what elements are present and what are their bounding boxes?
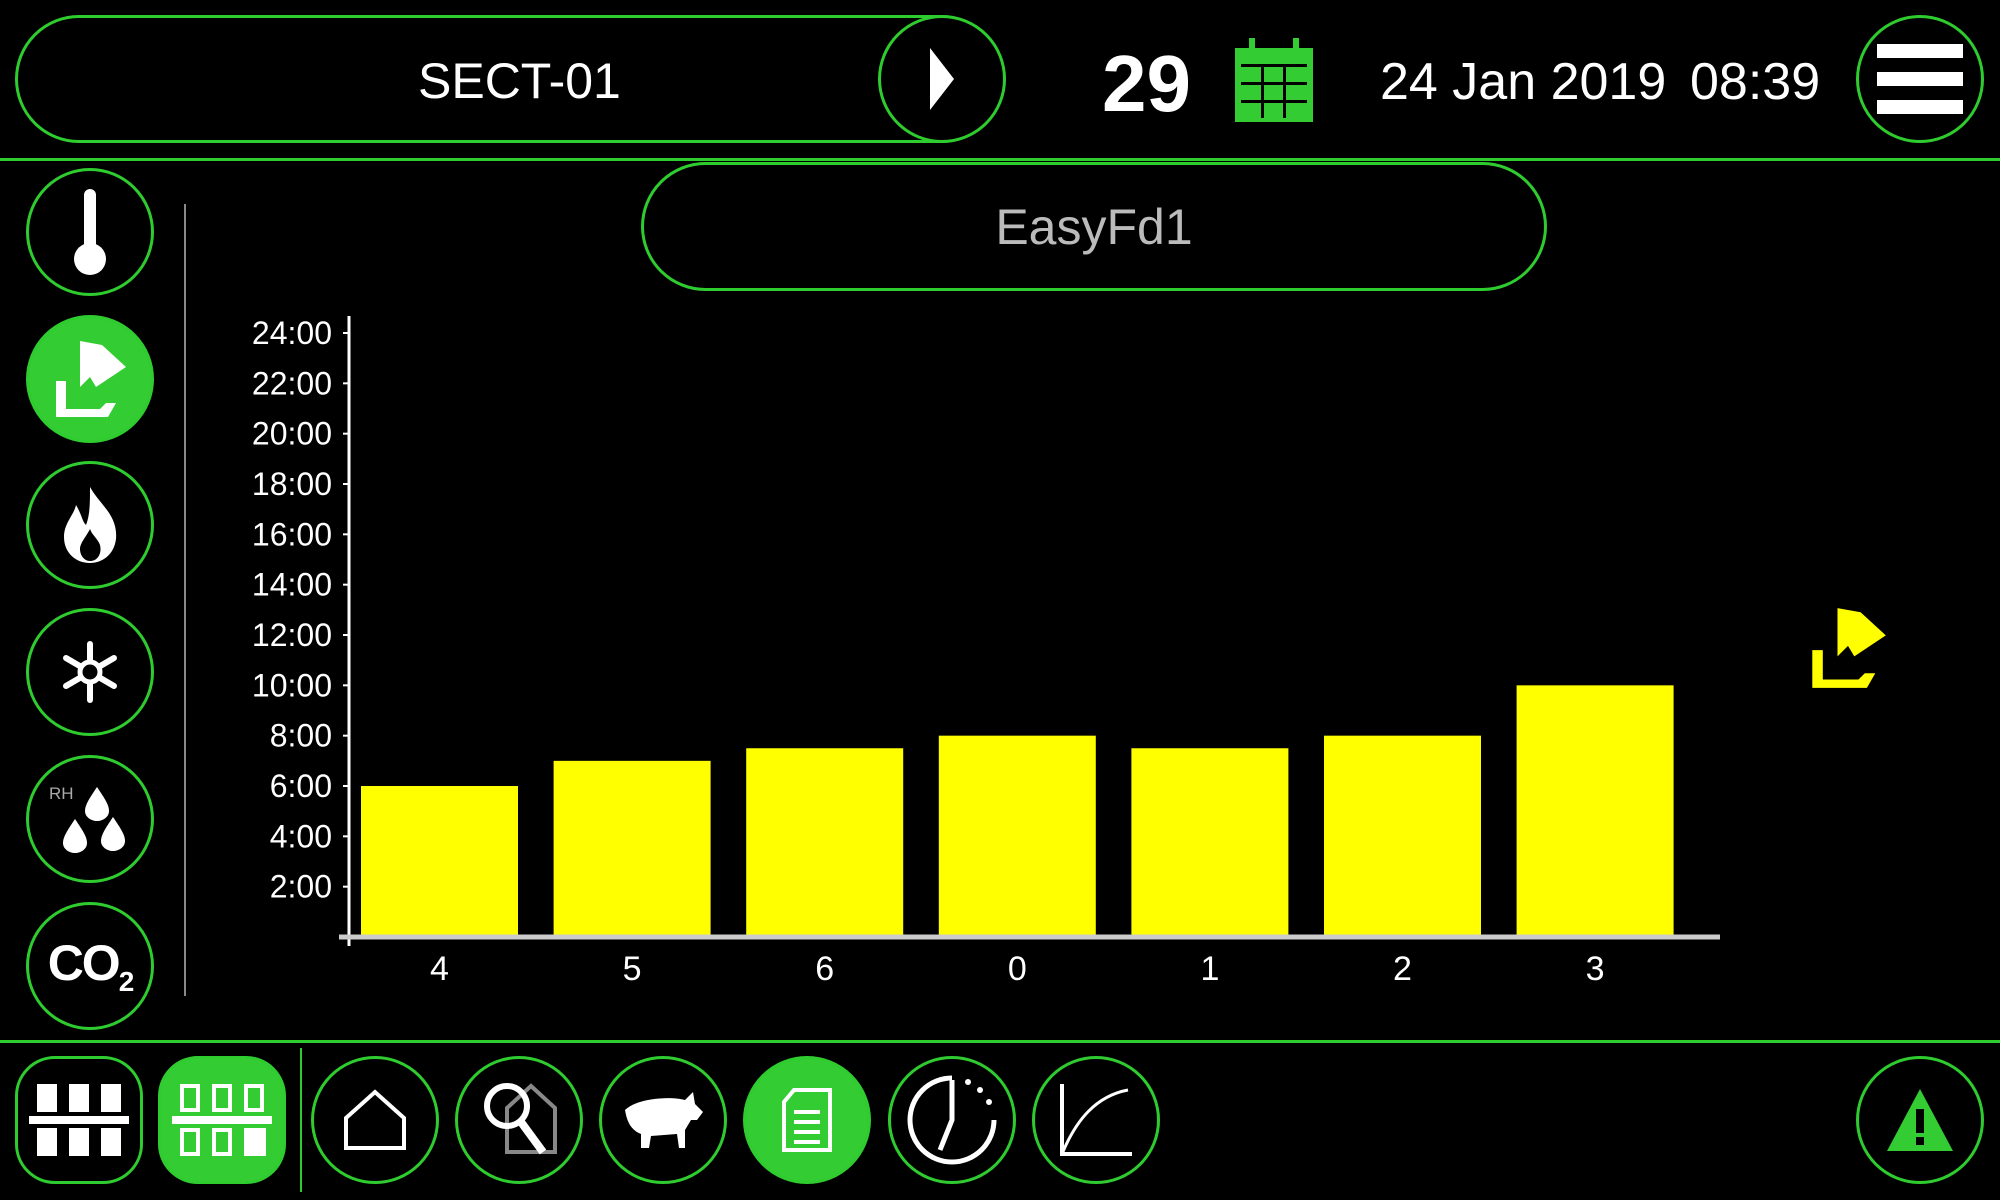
x-tick-label: 4 <box>430 950 449 988</box>
bar-day-6 <box>746 748 904 937</box>
x-tick-label: 1 <box>1200 950 1219 988</box>
house-search-button[interactable] <box>455 1056 583 1184</box>
bar-day-4 <box>361 786 518 937</box>
clock-button[interactable] <box>888 1056 1016 1184</box>
y-tick-label: 24:00 <box>252 315 332 351</box>
y-tick-label: 14:00 <box>252 567 332 603</box>
bar-day-1 <box>1131 748 1289 937</box>
x-tick-label: 3 <box>1586 950 1605 988</box>
document-icon <box>782 1088 832 1152</box>
home-icon <box>344 1089 406 1150</box>
y-tick-label: 8:00 <box>270 718 332 754</box>
footer-vertical-divider <box>300 1048 302 1192</box>
y-tick-label: 22:00 <box>252 365 332 401</box>
sections-grid-outline-icon <box>172 1084 272 1156</box>
bar-day-3 <box>1516 685 1674 937</box>
bar-day-2 <box>1324 735 1481 937</box>
feeding-time-bar-chart: 2:00 4:00 6:00 8:00 10:00 12:00 14:00 16:00 18:0… <box>252 315 1720 988</box>
y-tick-label: 6:00 <box>270 768 332 804</box>
house-search-icon <box>484 1083 557 1155</box>
bar-day-0 <box>938 735 1096 937</box>
footer-divider <box>0 1040 2000 1043</box>
y-tick-label: 2:00 <box>270 869 332 905</box>
pig-icon <box>625 1092 703 1148</box>
graph-button[interactable] <box>1032 1056 1160 1184</box>
sections-outline-button[interactable] <box>158 1056 286 1184</box>
home-button[interactable] <box>311 1056 439 1184</box>
y-tick-label: 12:00 <box>252 617 332 653</box>
x-tick-label: 6 <box>815 950 834 988</box>
y-tick-label: 10:00 <box>252 667 332 703</box>
bar-day-5 <box>553 760 711 937</box>
sections-grid-icon <box>29 1084 129 1156</box>
x-tick-label: 5 <box>623 950 642 988</box>
clock-icon <box>907 1075 997 1165</box>
animals-button[interactable] <box>599 1056 727 1184</box>
graph-icon <box>1060 1084 1132 1156</box>
feeder-legend-icon <box>1812 608 1886 688</box>
y-tick-label: 4:00 <box>270 818 332 854</box>
sections-grid-button[interactable] <box>15 1056 143 1184</box>
report-button[interactable] <box>743 1056 871 1184</box>
y-tick-label: 18:00 <box>252 466 332 502</box>
x-tick-label: 2 <box>1393 950 1412 988</box>
alarm-button[interactable] <box>1856 1056 1984 1184</box>
y-tick-label: 16:00 <box>252 516 332 552</box>
x-tick-label: 0 <box>1008 950 1027 988</box>
alarm-warning-icon <box>1887 1089 1953 1151</box>
y-tick-label: 20:00 <box>252 416 332 452</box>
